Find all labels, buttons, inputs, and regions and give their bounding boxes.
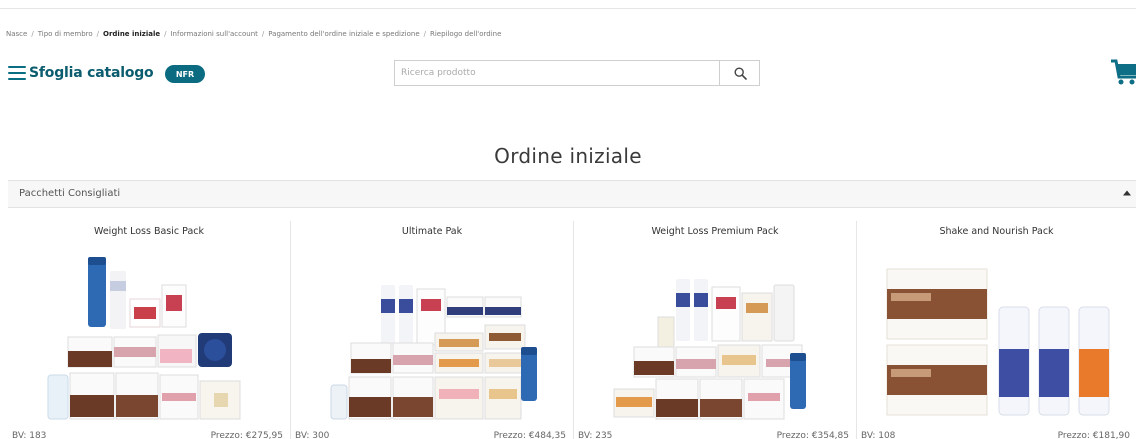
breadcrumb-separator: / (96, 30, 100, 38)
member-type-badge[interactable]: NFR (165, 65, 205, 83)
search-icon (733, 66, 747, 80)
shopping-cart-button[interactable] (1110, 58, 1136, 88)
product-grid: Weight Loss Basic Pack BV: 183 Prezzo: €… (8, 209, 1136, 439)
weight-loss-basic-pack-image[interactable] (38, 255, 260, 425)
breadcrumb-item[interactable]: Tipo di membro (38, 30, 93, 38)
hamburger-menu-icon (8, 66, 26, 80)
search-button[interactable] (720, 61, 760, 85)
top-divider (0, 8, 1136, 9)
breadcrumb: Nasce / Tipo di membro / Ordine iniziale / Inf… (6, 30, 501, 38)
ultimate-pak-image[interactable] (321, 255, 543, 425)
breadcrumb-item-current: Ordine iniziale (103, 30, 161, 38)
breadcrumb-item[interactable]: Nasce (6, 30, 27, 38)
product-card[interactable]: Ultimate Pak BV: 300 Prezzo: €484,35 (291, 209, 574, 439)
product-bv: BV: 300 (295, 431, 330, 439)
caret-up-icon (1123, 190, 1131, 196)
product-title[interactable]: Shake and Nourish Pack (857, 226, 1136, 237)
product-bv: BV: 108 (861, 431, 896, 439)
product-title[interactable]: Weight Loss Premium Pack (574, 226, 856, 237)
product-card[interactable]: Weight Loss Premium Pack BV: 235 Prezzo:… (574, 209, 857, 439)
product-title[interactable]: Weight Loss Basic Pack (8, 226, 290, 237)
browse-catalog-button[interactable]: Sfoglia catalogo (8, 62, 154, 84)
section-title: Pacchetti Consigliati (19, 188, 121, 199)
recommended-packs-header[interactable]: Pacchetti Consigliati (8, 181, 1136, 208)
product-price: Prezzo: €354,85 (776, 431, 849, 439)
page-title: Ordine iniziale (494, 144, 642, 168)
product-price: Prezzo: €275,95 (210, 431, 283, 439)
shake-and-nourish-pack-image[interactable] (877, 255, 1117, 425)
weight-loss-premium-pack-image[interactable] (604, 255, 826, 425)
product-price: Prezzo: €181,90 (1057, 431, 1130, 439)
breadcrumb-separator: / (261, 30, 265, 38)
search-bar (394, 60, 760, 86)
shopping-cart-icon (1111, 59, 1136, 85)
product-title[interactable]: Ultimate Pak (291, 226, 573, 237)
breadcrumb-item[interactable]: Pagamento dell'ordine iniziale e spedizi… (268, 30, 419, 38)
browse-catalog-label: Sfoglia catalogo (29, 65, 154, 81)
product-card[interactable]: Shake and Nourish Pack BV: 108 Prezzo: €… (857, 209, 1136, 439)
breadcrumb-separator: / (31, 30, 34, 38)
product-price: Prezzo: €484,35 (493, 431, 566, 439)
search-input[interactable] (395, 61, 719, 85)
product-bv: BV: 235 (578, 431, 613, 439)
breadcrumb-separator: / (423, 30, 426, 38)
breadcrumb-item[interactable]: Informazioni sull'account (170, 30, 257, 38)
breadcrumb-separator: / (164, 30, 167, 38)
product-bv: BV: 183 (12, 431, 47, 439)
breadcrumb-item[interactable]: Riepilogo dell'ordine (430, 30, 501, 38)
product-card[interactable]: Weight Loss Basic Pack BV: 183 Prezzo: €… (8, 209, 291, 439)
